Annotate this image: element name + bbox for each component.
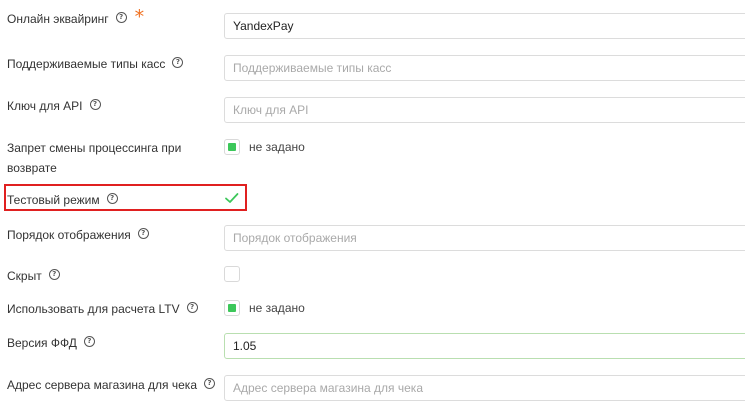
help-icon[interactable]: ?	[204, 378, 215, 390]
help-icon[interactable]: ?	[115, 12, 127, 24]
processing-change-tristate[interactable]	[224, 139, 240, 155]
ltv-tristate[interactable]	[224, 300, 240, 316]
ffd-version-label: Версия ФФД?	[7, 332, 95, 353]
required-asterisk: *	[134, 5, 145, 28]
indeterminate-mark	[228, 143, 236, 151]
server-address-label: Адрес сервера магазина для чека?	[7, 374, 215, 395]
display-order-label: Порядок отображения?	[7, 224, 149, 245]
help-icon[interactable]: ?	[89, 99, 101, 111]
help-icon[interactable]: ?	[48, 269, 60, 281]
help-icon[interactable]: ?	[172, 57, 184, 69]
server-address-input[interactable]: Адрес сервера магазина для чека	[224, 375, 745, 401]
processing-change-label: Запрет смены процессинга при возврате	[7, 141, 182, 175]
indeterminate-mark	[228, 304, 236, 312]
api-key-input[interactable]: Ключ для API	[224, 97, 745, 123]
ltv-state: не задано	[249, 301, 305, 315]
display-order-input[interactable]: Порядок отображения	[224, 225, 745, 251]
help-icon[interactable]: ?	[186, 302, 198, 314]
help-icon[interactable]: ?	[83, 336, 95, 348]
api-key-label: Ключ для API?	[7, 95, 101, 116]
acquiring-select[interactable]: YandexPay	[224, 13, 745, 39]
processing-change-state: не задано	[249, 140, 305, 154]
cash-types-input[interactable]: Поддерживаемые типы касс	[224, 55, 745, 81]
ffd-version-select[interactable]: 1.05	[224, 333, 745, 359]
ltv-label: Использовать для расчета LTV?	[7, 298, 198, 319]
highlight-frame	[4, 184, 247, 211]
hidden-label: Скрыт?	[7, 265, 60, 286]
acquiring-label: Онлайн эквайринг? *	[7, 5, 145, 28]
help-icon[interactable]: ?	[137, 228, 149, 240]
hidden-checkbox[interactable]	[224, 266, 240, 282]
cash-types-label: Поддерживаемые типы касс?	[7, 53, 184, 74]
